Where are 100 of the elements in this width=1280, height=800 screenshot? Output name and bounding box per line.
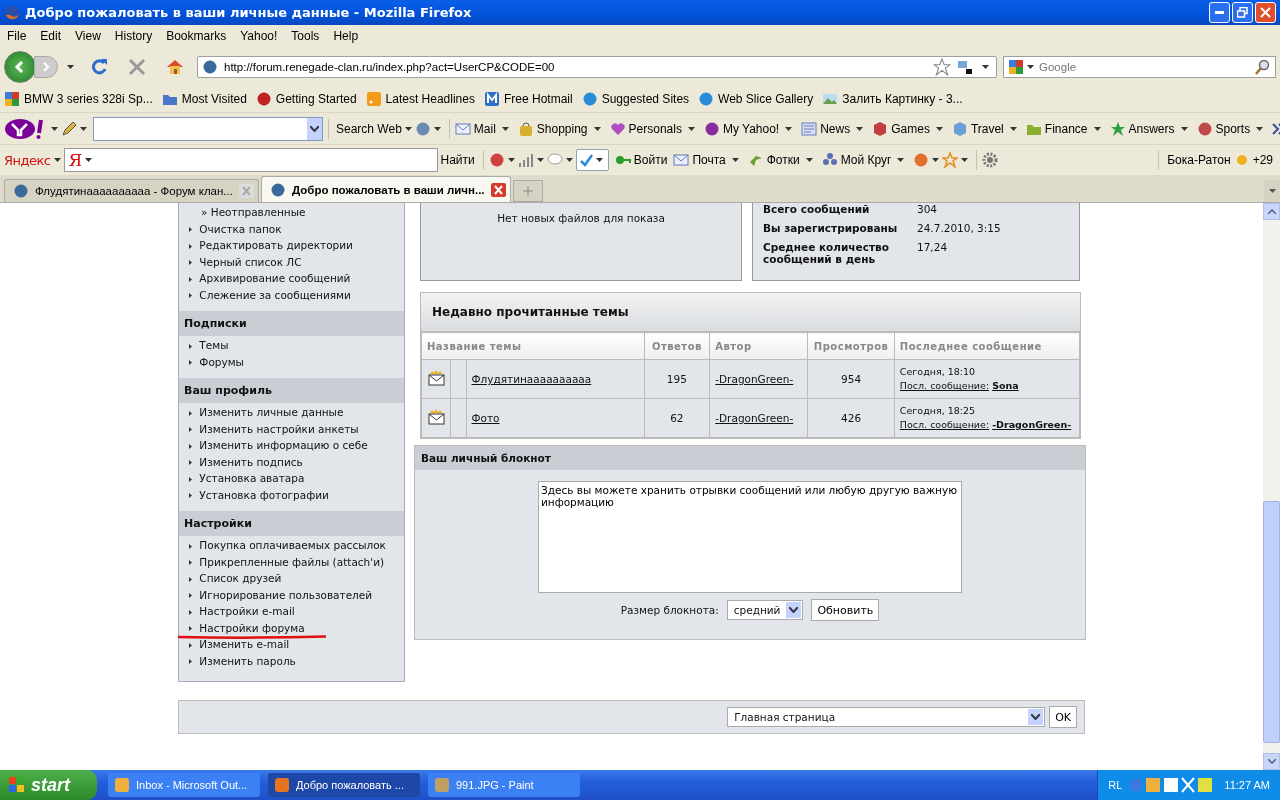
find-button[interactable]: Найти (440, 153, 475, 167)
toolbar-link[interactable]: Travel (970, 121, 1004, 136)
topic-link[interactable]: Фото (471, 412, 500, 424)
sidebar-link[interactable]: Изменить пароль (199, 654, 296, 667)
sidebar-link[interactable]: Настройки e-mail (199, 605, 295, 617)
menu-item[interactable]: Bookmarks (166, 29, 227, 43)
language-indicator[interactable]: RL (1108, 779, 1123, 791)
caret-icon[interactable] (932, 158, 940, 162)
browser-tab[interactable]: Флудятинаааааааааа - Форум клан... (4, 179, 259, 202)
sidebar-link[interactable]: Черный список ЛС (199, 255, 302, 268)
bookmark-link[interactable]: BMW 3 series 328i Sp... (24, 92, 153, 106)
bookmark-link[interactable]: Free Hotmail (503, 92, 573, 106)
menu-item[interactable]: View (75, 29, 101, 43)
sidebar-link[interactable]: Настройки форума (199, 621, 305, 634)
caret-icon[interactable] (982, 64, 989, 69)
caret-icon[interactable] (1180, 126, 1188, 131)
menu-item[interactable]: History (114, 29, 153, 43)
star-icon[interactable] (933, 57, 951, 76)
keyboard-layout-icon[interactable] (957, 58, 973, 75)
taskbar-button[interactable]: Добро пожаловать ... (268, 773, 420, 797)
ok-button[interactable]: OK (1049, 706, 1077, 728)
sidebar-link[interactable]: » Неотправленные (201, 206, 306, 218)
close-icon[interactable] (490, 182, 506, 197)
star-icon[interactable] (942, 152, 959, 168)
bookmark-link[interactable]: Latest Headlines (385, 92, 475, 106)
caret-icon[interactable] (593, 126, 601, 131)
scrollbar[interactable] (1263, 203, 1280, 770)
caret-icon[interactable] (961, 158, 969, 162)
caret-icon[interactable] (1256, 126, 1264, 131)
toolbar-link[interactable]: Finance (1044, 121, 1088, 136)
toolbar-link[interactable]: Answers (1128, 121, 1175, 136)
toolbar-link[interactable]: Фотки (766, 153, 800, 167)
sidebar-link[interactable]: Очистка папок (199, 222, 282, 235)
caret-icon[interactable] (1009, 126, 1017, 131)
toolbar-link[interactable]: Mail (473, 121, 496, 136)
menu-item[interactable]: Yahoo! (240, 29, 278, 43)
start-button[interactable]: start (0, 770, 97, 800)
scroll-down-icon[interactable] (1267, 759, 1276, 764)
last-post-link[interactable]: Посл. сообщение: (899, 380, 990, 391)
sidebar-link[interactable]: Форумы (199, 355, 244, 368)
caret-icon[interactable] (507, 158, 515, 162)
sidebar-link[interactable]: Изменить информацию о себе (199, 439, 368, 451)
caret-icon[interactable] (565, 158, 573, 162)
toolbar-link[interactable]: Shopping (536, 121, 588, 136)
bookmark-link[interactable]: Most Visited (181, 92, 247, 106)
caret-icon[interactable] (53, 158, 61, 162)
bookmark-link[interactable]: Залить Картинку - 3... (842, 92, 963, 106)
bookmark-link[interactable]: Getting Started (275, 92, 357, 106)
author-link[interactable]: Sona (992, 380, 1019, 391)
caret-icon[interactable] (501, 126, 509, 131)
toolbar-link[interactable]: My Yahoo! (722, 121, 780, 136)
scroll-up-icon[interactable] (1267, 209, 1276, 214)
minimize-button[interactable] (1209, 2, 1230, 23)
caret-icon[interactable] (1027, 64, 1034, 69)
caret-icon[interactable] (805, 158, 813, 162)
notepad-field[interactable]: Здесь вы можете хранить отрывки сообщений или любую другую важную информацию (538, 481, 962, 593)
caret-icon[interactable] (595, 158, 603, 162)
pencil-icon[interactable] (61, 120, 77, 137)
spellcheck-button[interactable] (575, 149, 609, 171)
toolbar-link[interactable]: Games (891, 121, 930, 136)
toolbar-link[interactable]: Войти (633, 153, 668, 167)
sidebar-link[interactable]: Изменить e-mail (199, 638, 290, 650)
toolbar-link[interactable]: Почта (692, 153, 726, 167)
last-post-link[interactable]: Посл. сообщение: (899, 419, 990, 430)
sidebar-link[interactable]: Темы (199, 339, 229, 351)
yahoo-search-field[interactable] (93, 116, 323, 141)
yandex-search-field[interactable]: Я (63, 148, 438, 172)
caret-icon[interactable] (1093, 126, 1101, 131)
sidebar-link[interactable]: Игнорирование пользователей (199, 588, 373, 601)
close-button[interactable] (1255, 2, 1276, 23)
caret-icon[interactable] (785, 126, 793, 131)
toolbar-link[interactable]: Sports (1215, 121, 1251, 136)
restore-button[interactable] (1232, 2, 1253, 23)
bookmark-link[interactable]: Suggested Sites (601, 92, 690, 106)
caret-icon[interactable] (897, 158, 905, 162)
caret-icon[interactable] (433, 126, 441, 131)
caret-icon[interactable] (856, 126, 864, 131)
jump-dropdown[interactable]: Главная страница (727, 707, 1046, 727)
menu-item[interactable]: File (7, 29, 27, 43)
sidebar-link[interactable]: Установка фотографии (199, 488, 329, 501)
sidebar-link[interactable]: Редактировать директории (199, 239, 353, 251)
caret-icon[interactable] (731, 158, 739, 162)
yandex-logo[interactable]: Яндекс (4, 152, 51, 168)
menu-item[interactable]: Help (333, 29, 359, 43)
search-icon[interactable] (1255, 58, 1271, 75)
menu-item[interactable]: Edit (40, 29, 62, 43)
taskbar-button[interactable]: 991.JPG - Paint (428, 773, 580, 797)
dropdown-button[interactable] (307, 117, 322, 140)
sidebar-link[interactable]: Изменить настройки анкеты (199, 422, 359, 435)
caret-icon[interactable] (85, 158, 93, 162)
sidebar-link[interactable]: Изменить личные данные (199, 406, 344, 418)
sidebar-link[interactable]: Слежение за сообщениями (199, 288, 351, 301)
taskbar-button[interactable]: Inbox - Microsoft Out... (108, 773, 260, 797)
bookmark-link[interactable]: Web Slice Gallery (718, 92, 814, 106)
sidebar-link[interactable]: Покупка оплачиваемых рассылок (199, 539, 386, 551)
search-web-button[interactable]: Search Web (336, 121, 402, 136)
toolbar-link[interactable]: News (820, 121, 851, 136)
caret-icon[interactable] (80, 126, 87, 131)
search-box[interactable]: Google (1003, 55, 1276, 78)
caret-icon[interactable] (67, 64, 74, 69)
